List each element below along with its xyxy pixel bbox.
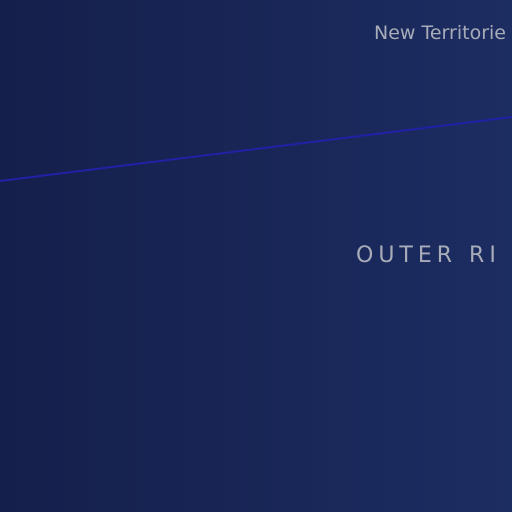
map-canvas[interactable]: New Territorie OUTER RI bbox=[0, 0, 512, 512]
boundary-line bbox=[0, 116, 512, 182]
region-label: OUTER RI bbox=[356, 243, 501, 268]
territory-label: New Territorie bbox=[374, 22, 506, 44]
